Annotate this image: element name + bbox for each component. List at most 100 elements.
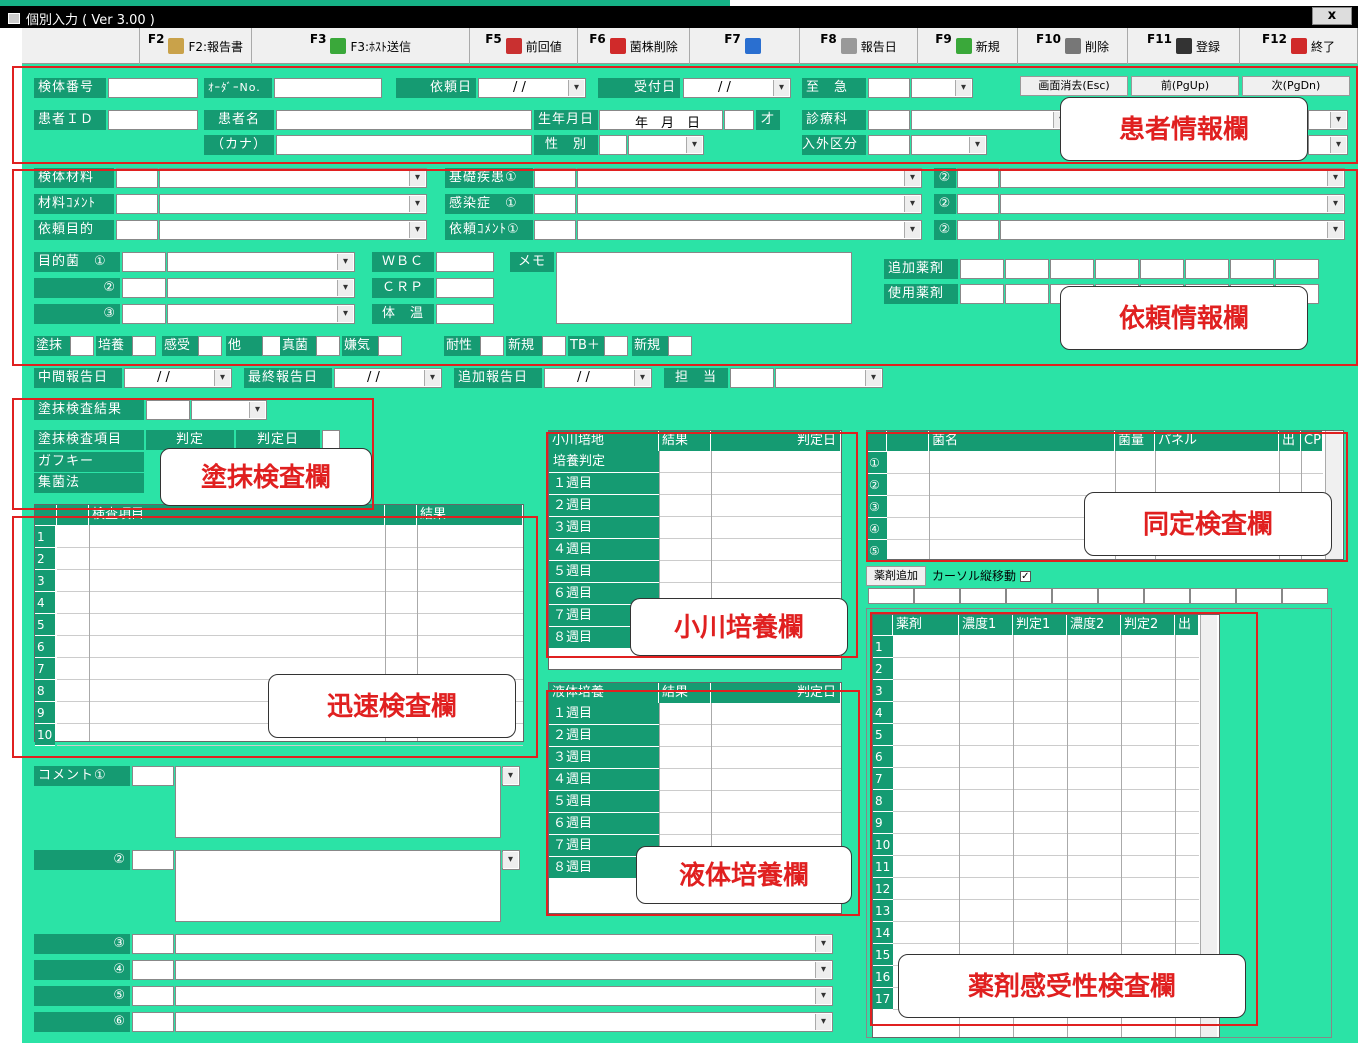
new-icon (955, 38, 972, 54)
power-icon (1290, 38, 1307, 54)
drug-header-cell[interactable] (1282, 588, 1328, 604)
cursor-move-text: カーソル縦移動 (932, 569, 1017, 583)
register-icon (1175, 38, 1192, 54)
fkey-number: F8 (820, 32, 837, 46)
close-button[interactable]: x (1312, 7, 1352, 25)
smear-callout: 塗抹検査欄 (160, 448, 372, 506)
comment3-select[interactable] (175, 934, 833, 954)
fkey-label: 報告日 (860, 39, 897, 54)
fkey-number: F12 (1262, 32, 1287, 46)
add-drug-button[interactable]: 薬剤追加 (866, 566, 926, 586)
title-bar: 個別入力 ( Ver 3.00 ) x (0, 6, 1358, 28)
window-icon (8, 13, 20, 24)
patient-callout: 患者情報欄 (1060, 97, 1308, 161)
fkey-number: F2 (147, 32, 165, 46)
mid-report-label: 中間報告日 (34, 368, 122, 388)
drug-header-cell[interactable] (1190, 588, 1236, 604)
fkey-f7-button[interactable]: F7 (690, 28, 800, 64)
report-icon (168, 38, 185, 54)
drug-header-cell[interactable] (960, 588, 1006, 604)
prev-icon (505, 38, 522, 54)
delete-circle-icon (609, 38, 626, 54)
form-area: 画面消去(Esc) 前(PgUp) 次(PgDn) 検体番号 ｵｰﾀﾞｰNo. … (12, 64, 1358, 1043)
fkey-f5-button[interactable]: F5 前回値 (470, 28, 578, 64)
rapid-callout: 迅速検査欄 (268, 674, 516, 738)
cursor-move-label: カーソル縦移動 ✓ (932, 567, 1031, 584)
comment2-dropdown[interactable] (502, 850, 520, 870)
send-icon (330, 38, 347, 54)
staff-select[interactable] (775, 368, 883, 388)
drug-callout: 薬剤感受性検査欄 (898, 954, 1246, 1018)
fkey-label: 新規 (975, 39, 1000, 54)
comment6-select[interactable] (175, 1012, 833, 1032)
staff-code-input[interactable] (730, 368, 774, 388)
fkey-number: F5 (485, 32, 502, 46)
drug-header-cell[interactable] (914, 588, 960, 604)
fkey-f12-button[interactable]: F12 終了 (1240, 28, 1358, 64)
cursor-move-checkbox[interactable]: ✓ (1019, 571, 1031, 582)
function-key-toolbar: F2 F2:報告書 F3 F3:ﾎｽﾄ送信 F5 前回値 F6 菌株削除 F7 F8 報告日 F9 新規… (22, 28, 1358, 64)
comment4-label: ④ (34, 960, 130, 980)
refresh-icon (744, 38, 761, 54)
comment6-label: ⑥ (34, 1012, 130, 1032)
comment6-code-input[interactable] (132, 1012, 174, 1032)
fkey-number: F7 (724, 32, 741, 46)
fkey-f2-button[interactable]: F2 F2:報告書 (140, 28, 252, 64)
liquid-callout: 液体培養欄 (636, 846, 852, 904)
window: 個別入力 ( Ver 3.00 ) x F2 F2:報告書 F3 F3:ﾎｽﾄ送信 F5… (0, 0, 1358, 1043)
comment4-code-input[interactable] (132, 960, 174, 980)
final-report-picker[interactable]: / / (334, 368, 442, 388)
add-report-label: 追加報告日 (454, 368, 542, 388)
request-callout: 依頼情報欄 (1060, 286, 1308, 350)
identification-callout: 同定検査欄 (1084, 492, 1332, 556)
fkey-f10-button[interactable]: F10 削除 (1018, 28, 1128, 64)
final-report-label: 最終報告日 (244, 368, 332, 388)
fkey-number: F11 (1147, 32, 1172, 46)
comment5-code-input[interactable] (132, 986, 174, 1006)
fkey-f11-button[interactable]: F11 登録 (1128, 28, 1240, 64)
comment2-code-input[interactable] (132, 850, 174, 870)
drug-header-cell[interactable] (1052, 588, 1098, 604)
fkey-number: F10 (1036, 32, 1061, 46)
fkey-number: F9 (935, 32, 952, 46)
comment2-textarea[interactable] (175, 850, 501, 922)
drug-header-cell[interactable] (868, 588, 914, 604)
toolbar-spacer (22, 28, 140, 64)
comment4-select[interactable] (175, 960, 833, 980)
ogawa-callout: 小川培養欄 (630, 598, 848, 656)
fkey-number: F6 (589, 32, 606, 46)
mid-report-picker[interactable]: / / (124, 368, 232, 388)
fkey-f3-button[interactable]: F3 F3:ﾎｽﾄ送信 (252, 28, 470, 64)
fkey-label: F2:報告書 (188, 39, 244, 54)
fkey-f8-button[interactable]: F8 報告日 (800, 28, 918, 64)
drug-header-cell[interactable] (1144, 588, 1190, 604)
add-report-picker[interactable]: / / (544, 368, 652, 388)
comment3-label: ③ (34, 934, 130, 954)
drug-header-cell[interactable] (1006, 588, 1052, 604)
comment5-select[interactable] (175, 986, 833, 1006)
mid-report-value: / / (157, 370, 170, 385)
comment3-code-input[interactable] (132, 934, 174, 954)
fkey-label: 終了 (1310, 39, 1335, 54)
fkey-label: 菌株削除 (629, 39, 678, 54)
comment1-dropdown[interactable] (502, 766, 520, 786)
add-report-value: / / (577, 370, 590, 385)
fkey-label: F3:ﾎｽﾄ送信 (350, 39, 412, 54)
final-report-value: / / (367, 370, 380, 385)
fkey-label: 前回値 (525, 39, 562, 54)
window-title: 個別入力 ( Ver 3.00 ) (26, 13, 155, 28)
comment5-label: ⑤ (34, 986, 130, 1006)
comment1-textarea[interactable] (175, 766, 501, 838)
trash-icon (1064, 38, 1081, 54)
drug-header-cell[interactable] (1098, 588, 1144, 604)
fkey-f6-button[interactable]: F6 菌株削除 (578, 28, 690, 64)
comment1-code-input[interactable] (132, 766, 174, 786)
fkey-label: 削除 (1084, 39, 1109, 54)
fkey-label: 登録 (1195, 39, 1220, 54)
calendar-icon (840, 38, 857, 54)
comment1-label: コメント① (34, 766, 130, 786)
drug-header-cell[interactable] (1236, 588, 1282, 604)
fkey-f9-button[interactable]: F9 新規 (918, 28, 1018, 64)
comment2-label: ② (34, 850, 130, 870)
fkey-number: F3 (309, 32, 327, 46)
